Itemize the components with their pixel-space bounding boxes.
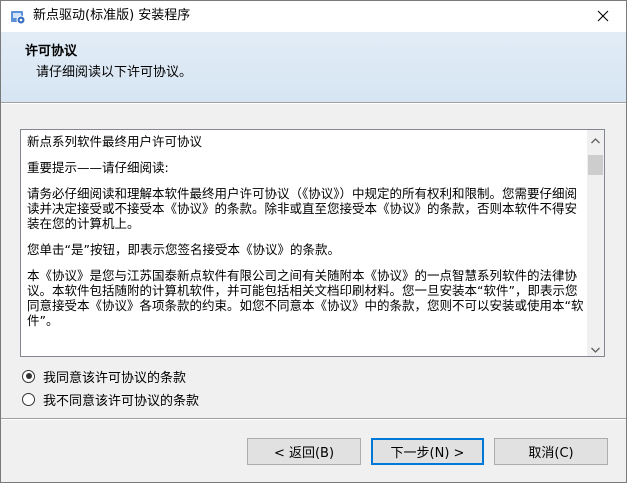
page-title: 许可协议 [25,44,78,59]
license-paragraph: 重要提示——请仔细阅读: [27,160,169,175]
decline-label[interactable]: 我不同意该许可协议的条款 [43,390,199,409]
license-paragraph: 新点系列软件最终用户许可协议 [27,134,203,149]
installer-app-icon [9,8,26,25]
license-text: 新点系列软件最终用户许可协议 重要提示——请仔细阅读: 请务必仔细阅读和理解本软… [27,134,585,339]
license-paragraph: 请务必仔细阅读和理解本软件最终用户许可协议（《协议》）中规定的所有权利和限制。您… [27,186,578,231]
decline-radio[interactable] [22,392,35,406]
chevron-up-icon [591,130,600,148]
scroll-down-button[interactable] [587,339,604,356]
license-text-area[interactable]: 新点系列软件最终用户许可协议 重要提示——请仔细阅读: 请务必仔细阅读和理解本软… [20,129,605,357]
installer-window: 新点驱动(标准版) 安装程序 许可协议 请仔细阅读以下许可协议。 新点系列软件最… [0,0,627,483]
accept-radio[interactable] [22,369,35,383]
back-button[interactable]: < 返回(B) [247,438,361,465]
close-button[interactable] [580,1,626,32]
accept-label[interactable]: 我同意该许可协议的条款 [43,367,186,386]
next-button[interactable]: 下一步(N) > [371,438,484,465]
close-icon [597,7,609,26]
decline-option[interactable]: 我不同意该许可协议的条款 [22,390,199,409]
title-bar: 新点驱动(标准版) 安装程序 [1,1,626,32]
footer-divider-highlight [1,419,626,420]
cancel-button[interactable]: 取消(C) [494,438,608,465]
scrollbar-thumb[interactable] [588,155,603,175]
chevron-down-icon [591,338,600,356]
page-header: 许可协议 请仔细阅读以下许可协议。 [1,32,626,102]
page-subtitle: 请仔细阅读以下许可协议。 [36,65,193,80]
vertical-scrollbar[interactable] [587,130,604,356]
accept-option[interactable]: 我同意该许可协议的条款 [22,367,186,386]
scroll-up-button[interactable] [587,130,604,147]
window-title: 新点驱动(标准版) 安装程序 [33,8,191,23]
header-divider-highlight [1,103,626,104]
license-paragraph: 您单击“是”按钮，即表示您签名接受本《协议》的条款。 [27,242,340,257]
license-paragraph: 本《协议》是您与江苏国泰新点软件有限公司之间有关随附本《协议》的一点智慧系列软件… [27,268,584,328]
